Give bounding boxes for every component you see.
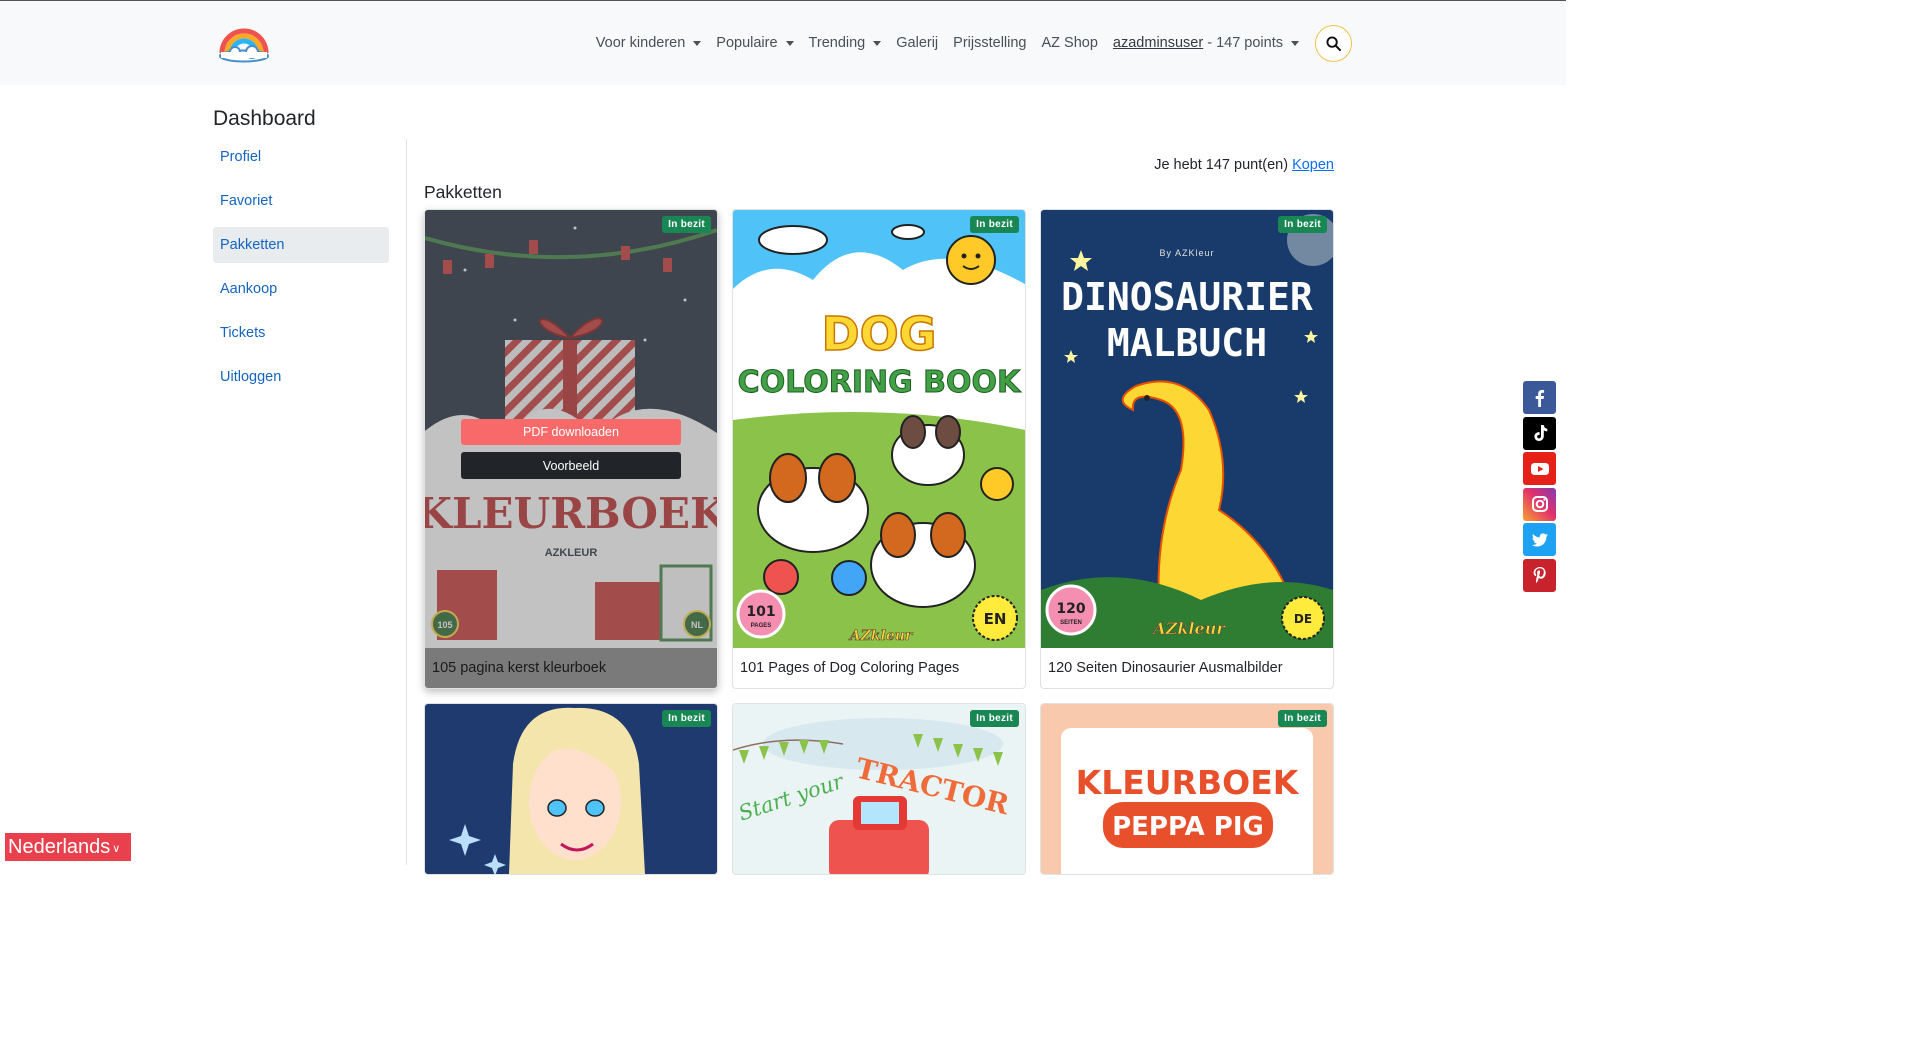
- search-icon: [1326, 35, 1341, 51]
- owned-badge: In bezit: [1278, 216, 1327, 233]
- svg-text:EN: EN: [984, 610, 1007, 628]
- svg-text:KLEURBOEK: KLEURBOEK: [1076, 763, 1300, 802]
- sidebar-item-pakketten[interactable]: Pakketten: [213, 227, 389, 263]
- tractor-cover-art: Start your TRACTOR: [733, 704, 1025, 874]
- section-title: Pakketten: [424, 182, 502, 202]
- buy-points-link[interactable]: Kopen: [1292, 157, 1334, 173]
- svg-text:SEITEN: SEITEN: [1060, 620, 1082, 626]
- card-title[interactable]: 120 Seiten Dinosaurier Ausmalbilder: [1041, 648, 1333, 688]
- book-cover-dino[interactable]: By AZKleur DINOSAURIER MALBUCH 120 SEITE…: [1041, 210, 1333, 648]
- sidebar-divider: [406, 139, 407, 865]
- sidebar-item-tickets[interactable]: Tickets: [213, 315, 389, 351]
- svg-text:DINOSAURIER: DINOSAURIER: [1061, 275, 1313, 319]
- card-title[interactable]: 101 Pages of Dog Coloring Pages: [733, 648, 1025, 688]
- sidebar-item-aankoop[interactable]: Aankoop: [213, 271, 389, 307]
- user-menu[interactable]: azadminsuser - 147 points: [1113, 35, 1299, 51]
- main-nav: Voor kinderen Populaire Trending Galerij…: [596, 24, 1352, 62]
- package-card[interactable]: KLEURBOEK AZKLEUR 105 NL In bezit PDF do…: [424, 209, 718, 689]
- package-card[interactable]: By AZKleur DINOSAURIER MALBUCH 120 SEITE…: [1040, 209, 1334, 689]
- svg-text:AZkleur: AZkleur: [848, 628, 914, 644]
- princess-cover-art: [425, 704, 717, 874]
- package-card[interactable]: KLEURBOEK PEPPA PIG In bezit: [1040, 703, 1334, 875]
- owned-badge: In bezit: [970, 710, 1019, 727]
- language-selector[interactable]: Nederlands ∨: [5, 833, 131, 861]
- svg-text:MALBUCH: MALBUCH: [1107, 321, 1267, 365]
- svg-text:DOG: DOG: [821, 307, 936, 361]
- book-cover-dog[interactable]: DOG COLORING BOOK 101 PAGES EN AZkleur I…: [733, 210, 1025, 648]
- svg-text:101: 101: [746, 604, 775, 620]
- twitter-icon[interactable]: [1523, 523, 1556, 556]
- card-title[interactable]: 105 pagina kerst kleurboek: [425, 648, 717, 688]
- instagram-icon[interactable]: [1523, 487, 1556, 521]
- package-card[interactable]: DOG COLORING BOOK 101 PAGES EN AZkleur I…: [732, 209, 1026, 689]
- nav-voor-kinderen[interactable]: Voor kinderen: [596, 35, 702, 51]
- social-share-bar: [1523, 381, 1556, 594]
- owned-badge: In bezit: [662, 710, 711, 727]
- book-cover-christmas[interactable]: KLEURBOEK AZKLEUR 105 NL In bezit PDF do…: [425, 210, 717, 648]
- owned-badge: In bezit: [662, 216, 711, 233]
- sidebar-item-profiel[interactable]: Profiel: [213, 139, 389, 175]
- dashboard-sidebar: Profiel Favoriet Pakketten Aankoop Ticke…: [213, 139, 389, 403]
- search-button[interactable]: [1315, 24, 1352, 62]
- svg-text:By AZKleur: By AZKleur: [1159, 248, 1214, 258]
- facebook-icon[interactable]: [1523, 381, 1556, 414]
- caret-down-icon: [693, 40, 702, 46]
- svg-text:DE: DE: [1294, 612, 1312, 626]
- book-cover-peppa[interactable]: KLEURBOEK PEPPA PIG In bezit: [1041, 704, 1333, 874]
- nav-trending[interactable]: Trending: [809, 35, 882, 51]
- svg-text:COLORING BOOK: COLORING BOOK: [738, 365, 1022, 400]
- book-cover-tractor[interactable]: Start your TRACTOR In bezit: [733, 704, 1025, 874]
- svg-text:120: 120: [1056, 601, 1085, 617]
- nav-az-shop[interactable]: AZ Shop: [1042, 35, 1098, 51]
- svg-text:AZkleur: AZkleur: [1151, 619, 1226, 638]
- chevron-down-icon: ∨: [112, 843, 121, 855]
- svg-text:PAGES: PAGES: [751, 623, 772, 629]
- pinterest-icon[interactable]: [1523, 558, 1556, 592]
- caret-down-icon: [873, 40, 882, 46]
- pdf-download-button[interactable]: PDF downloaden: [461, 419, 681, 445]
- preview-button[interactable]: Voorbeeld: [461, 452, 681, 479]
- tiktok-icon[interactable]: [1523, 416, 1556, 450]
- owned-badge: In bezit: [970, 216, 1019, 233]
- top-navbar: Voor kinderen Populaire Trending Galerij…: [0, 1, 1566, 85]
- book-cover-princess[interactable]: In bezit: [425, 704, 717, 874]
- rainbow-logo-icon[interactable]: [217, 23, 271, 63]
- sidebar-item-uitloggen[interactable]: Uitloggen: [213, 359, 389, 395]
- nav-populaire[interactable]: Populaire: [716, 35, 794, 51]
- user-points: - 147 points: [1203, 35, 1283, 51]
- points-balance: Je hebt 147 punt(en) Kopen: [1154, 157, 1334, 173]
- youtube-icon[interactable]: [1523, 452, 1556, 485]
- caret-down-icon: [785, 40, 794, 46]
- caret-down-icon: [1291, 40, 1299, 46]
- package-card[interactable]: In bezit: [424, 703, 718, 875]
- page-title: Dashboard: [213, 107, 316, 130]
- sidebar-item-favoriet[interactable]: Favoriet: [213, 183, 389, 219]
- peppa-cover-art: KLEURBOEK PEPPA PIG: [1041, 704, 1333, 874]
- owned-badge: In bezit: [1278, 710, 1327, 727]
- nav-galerij[interactable]: Galerij: [896, 35, 938, 51]
- nav-prijsstelling[interactable]: Prijsstelling: [953, 35, 1026, 51]
- dino-cover-art: By AZKleur DINOSAURIER MALBUCH 120 SEITE…: [1041, 210, 1333, 648]
- package-card[interactable]: Start your TRACTOR In bezit: [732, 703, 1026, 875]
- dog-cover-art: DOG COLORING BOOK 101 PAGES EN AZkleur: [733, 210, 1025, 648]
- user-name[interactable]: azadminsuser: [1113, 35, 1203, 51]
- language-label: Nederlands: [8, 835, 111, 858]
- svg-text:PEPPA PIG: PEPPA PIG: [1112, 812, 1264, 842]
